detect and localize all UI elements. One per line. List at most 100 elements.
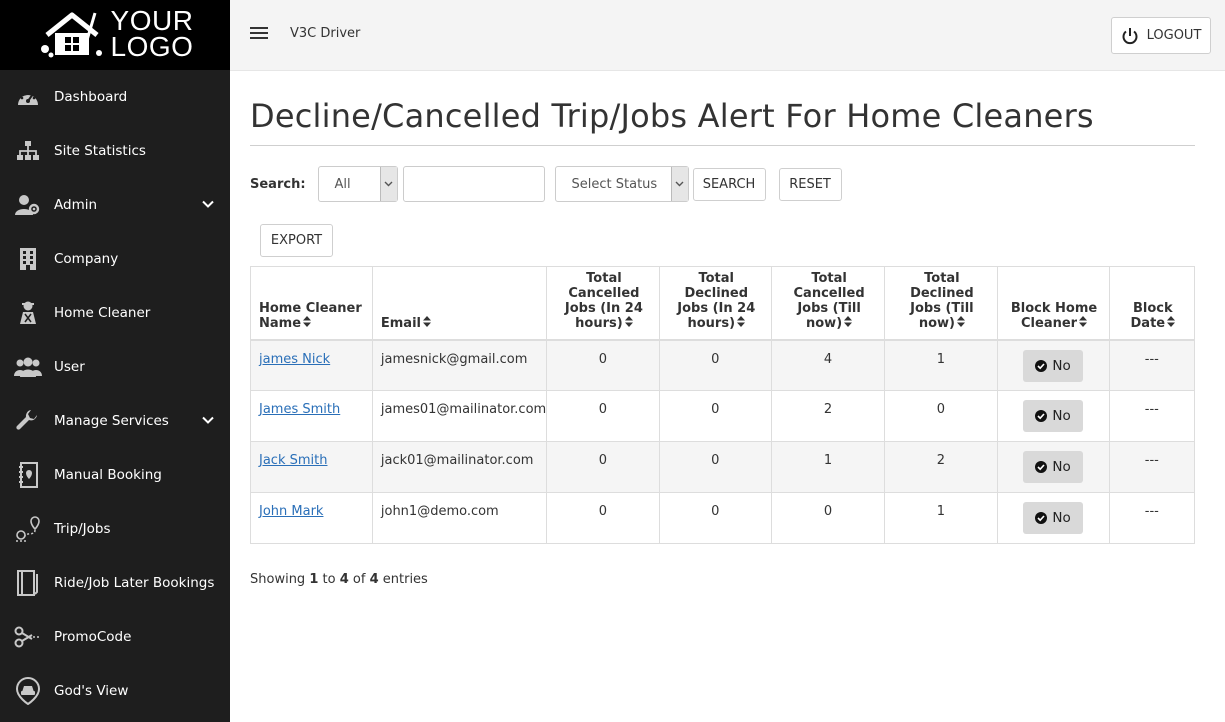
- email-cell: jamesnick@gmail.com: [371, 339, 548, 391]
- cleaner-alerts-table: Home Cleaner Name Email Total Cancelled …: [250, 266, 1196, 544]
- declined-total-cell: 1: [884, 339, 998, 391]
- column-header-block-date[interactable]: Block Date: [1108, 266, 1196, 341]
- chevron-down-icon[interactable]: [202, 414, 214, 429]
- scissors-icon: [14, 623, 42, 651]
- building-icon: [14, 245, 42, 273]
- block-date-cell: ---: [1108, 492, 1196, 544]
- declined-total-cell: 2: [884, 441, 998, 493]
- sidebar-item-gods-view[interactable]: God's View: [0, 664, 230, 718]
- table-row: james Nick jamesnick@gmail.com 0 0 4 1 N…: [250, 339, 1196, 391]
- block-date-cell: ---: [1108, 339, 1196, 391]
- sort-icon[interactable]: [423, 315, 431, 331]
- sidebar-item-label: Dashboard: [54, 89, 128, 105]
- search-label: Search:: [250, 176, 306, 192]
- table-row: John Mark john1@demo.com 0 0 0 1 No ---: [250, 492, 1196, 544]
- sidebar-item-admin[interactable]: Admin: [0, 178, 230, 232]
- sidebar-item-promocode[interactable]: PromoCode: [0, 610, 230, 664]
- car-pin-icon: [14, 677, 42, 705]
- column-header-name[interactable]: Home Cleaner Name: [250, 266, 373, 341]
- search-filter-select[interactable]: All: [317, 166, 398, 202]
- sidebar-item-label: God's View: [54, 683, 129, 699]
- sort-icon[interactable]: [737, 315, 746, 331]
- sort-icon[interactable]: [956, 315, 965, 331]
- column-header-email[interactable]: Email: [371, 266, 548, 341]
- sidebar-item-label: Manual Booking: [54, 467, 162, 483]
- admin-users-icon: [14, 191, 42, 219]
- hamburger-menu-icon[interactable]: [250, 27, 268, 41]
- sort-icon[interactable]: [844, 315, 853, 331]
- brand-name: V3C Driver: [290, 26, 361, 41]
- sidebar-item-label: Ride/Job Later Bookings: [54, 575, 215, 591]
- sidebar-item-label: Trip/Jobs: [54, 521, 111, 537]
- check-circle-icon: [1035, 461, 1048, 473]
- chevron-down-icon: [379, 167, 397, 201]
- reset-button[interactable]: RESET: [778, 167, 842, 201]
- block-date-cell: ---: [1108, 441, 1196, 493]
- column-header-declined-total[interactable]: Total Declined Jobs (Till now): [884, 266, 998, 341]
- search-input[interactable]: [402, 166, 545, 202]
- check-circle-icon: [1035, 359, 1048, 372]
- chevron-down-icon: [670, 167, 688, 201]
- sidebar-item-company[interactable]: Company: [0, 232, 230, 286]
- declined-24h-cell: 0: [658, 390, 772, 442]
- sort-icon[interactable]: [624, 315, 633, 331]
- cleaner-name-link[interactable]: James Smith: [259, 402, 340, 417]
- sidebar-item-manual-booking[interactable]: Manual Booking: [0, 448, 230, 502]
- block-toggle-button[interactable]: No: [1023, 349, 1084, 382]
- route-pin-icon: [14, 515, 42, 543]
- sidebar-item-trip-jobs[interactable]: Trip/Jobs: [0, 502, 230, 556]
- check-circle-icon: [1035, 512, 1048, 524]
- chevron-down-icon[interactable]: [202, 198, 214, 213]
- sidebar-item-label: Manage Services: [54, 413, 169, 429]
- sidebar-item-ride-job-later-bookings[interactable]: Ride/Job Later Bookings: [0, 556, 230, 610]
- declined-24h-cell: 0: [658, 339, 772, 391]
- cancelled-total-cell: 4: [770, 339, 886, 391]
- block-toggle-button[interactable]: No: [1023, 400, 1084, 432]
- search-bar: Search: All Select Status SEARCH RESET: [250, 166, 1195, 202]
- sitemap-icon: [14, 137, 42, 165]
- cancelled-total-cell: 0: [770, 492, 886, 544]
- check-circle-icon: [1035, 410, 1048, 422]
- status-select[interactable]: Select Status: [554, 166, 689, 202]
- declined-24h-cell: 0: [658, 492, 772, 544]
- cleaner-name-link[interactable]: Jack Smith: [259, 453, 327, 468]
- logout-button[interactable]: LOGOUT: [1111, 17, 1211, 54]
- cancelled-total-cell: 1: [770, 441, 886, 493]
- column-header-cancelled-24h[interactable]: Total Cancelled Jobs (In 24 hours): [546, 266, 660, 341]
- sort-icon[interactable]: [1167, 315, 1176, 331]
- sidebar-item-site-statistics[interactable]: Site Statistics: [0, 124, 230, 178]
- block-date-cell: ---: [1108, 390, 1196, 442]
- sort-icon[interactable]: [1079, 315, 1088, 331]
- main-content: Decline/Cancelled Trip/Jobs Alert For Ho…: [250, 71, 1196, 587]
- table-row: James Smith james01@mailinator.com 0 0 2…: [250, 390, 1196, 442]
- block-toggle-button[interactable]: No: [1023, 451, 1084, 483]
- block-toggle-button[interactable]: No: [1023, 502, 1084, 534]
- sidebar-item-dashboard[interactable]: Dashboard: [0, 70, 230, 124]
- search-filter-value: All: [334, 176, 351, 192]
- sidebar-item-home-cleaner[interactable]: Home Cleaner: [0, 286, 230, 340]
- column-header-block[interactable]: Block Home Cleaner: [996, 266, 1110, 341]
- logo-text: YOUR LOGO: [110, 5, 194, 62]
- sort-icon[interactable]: [303, 315, 312, 331]
- cleaner-name-link[interactable]: james Nick: [259, 352, 330, 367]
- column-header-declined-24h[interactable]: Total Declined Jobs (In 24 hours): [658, 266, 772, 341]
- logout-label: LOGOUT: [1146, 28, 1202, 43]
- users-icon: [14, 353, 42, 381]
- table-row: Jack Smith jack01@mailinator.com 0 0 1 2…: [250, 441, 1196, 493]
- declined-total-cell: 1: [884, 492, 998, 544]
- search-button[interactable]: SEARCH: [692, 167, 766, 201]
- export-button[interactable]: EXPORT: [260, 224, 333, 257]
- logo[interactable]: YOUR LOGO: [0, 0, 230, 70]
- column-header-cancelled-total[interactable]: Total Cancelled Jobs (Till now): [770, 266, 886, 341]
- cleaner-name-link[interactable]: John Mark: [259, 504, 323, 519]
- sidebar-item-user[interactable]: User: [0, 340, 230, 394]
- page-title: Decline/Cancelled Trip/Jobs Alert For Ho…: [250, 97, 1195, 146]
- cancelled-24h-cell: 0: [546, 390, 660, 442]
- cancelled-24h-cell: 0: [546, 441, 660, 493]
- cancelled-24h-cell: 0: [546, 492, 660, 544]
- sidebar-item-manage-services[interactable]: Manage Services: [0, 394, 230, 448]
- cancelled-24h-cell: 0: [546, 339, 660, 391]
- pagination-info: Showing 1 to 4 of 4 entries: [250, 572, 428, 587]
- top-header: V3C Driver LOGOUT: [230, 0, 1225, 71]
- power-icon: [1122, 27, 1138, 44]
